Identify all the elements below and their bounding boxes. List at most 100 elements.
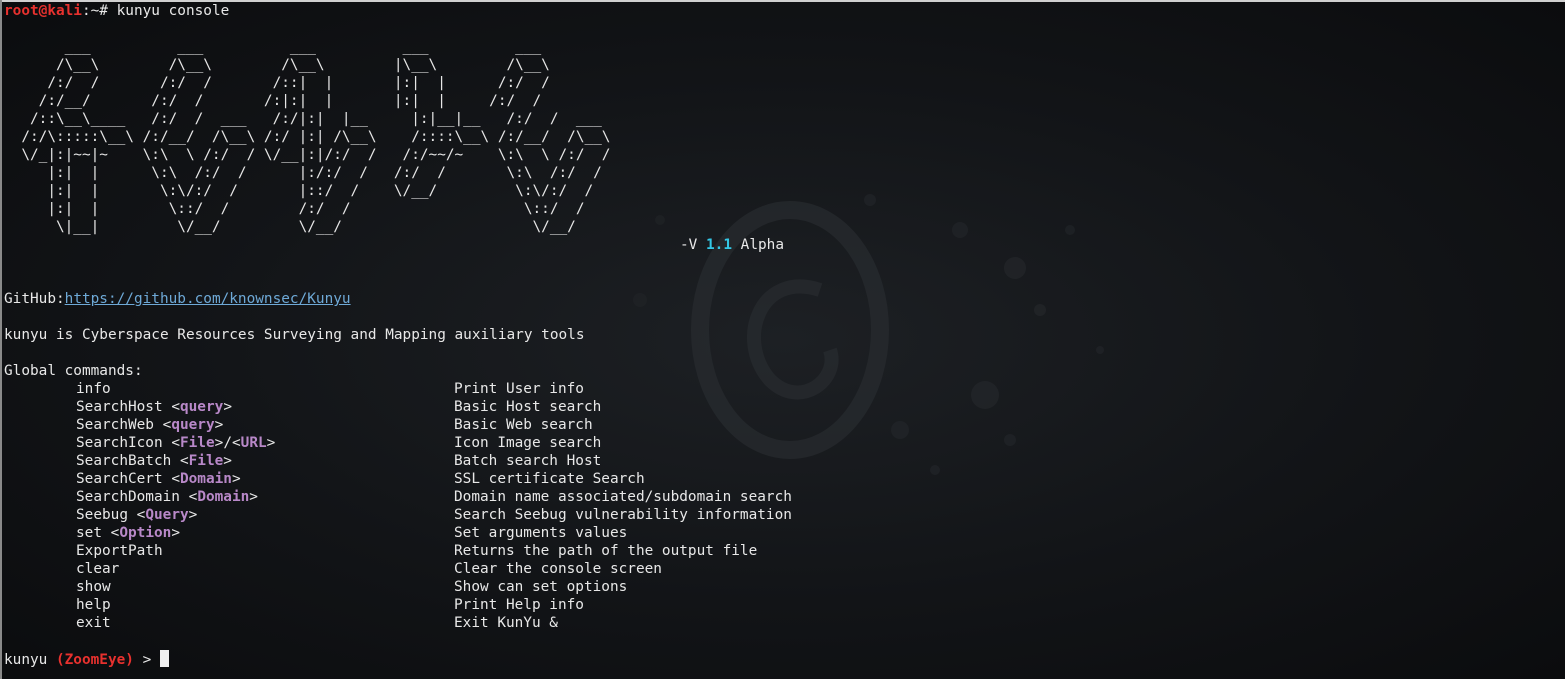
arg-close-bracket: > [171,525,180,541]
arg-open-bracket: < [171,471,180,487]
command-row: ExportPath Returns the path of the output… [4,542,1565,560]
arg-close-bracket: > [188,507,198,523]
console-prompt[interactable]: kunyu (ZoomEye) > [4,650,169,668]
command-name: SearchBatch <File> [76,452,232,470]
arg-close-bracket: > [249,489,258,505]
command-name: Seebug <Query> [76,506,197,524]
command-keyword: ExportPath [76,543,163,559]
text-cursor[interactable] [159,650,169,667]
arg-open-bracket: < [162,417,172,433]
command-description: Show can set options [454,579,628,595]
terminal-window[interactable]: root@kali:~# kunyu console ___ ___ ___ _… [0,0,1565,679]
arg-close-bracket: > [223,453,232,469]
command-row: SearchBatch <File> Batch search Host [4,452,1565,470]
command-name: SearchWeb <query> [76,416,223,434]
shell-user-host: root@kali [4,3,82,19]
version-suffix: Alpha [732,237,784,253]
command-description: Basic Web search [454,417,593,433]
command-argument: File [188,453,224,469]
commands-header: Global commands: [4,363,143,379]
command-row: set <Option> Set arguments values [4,524,1565,542]
github-label: GitHub: [4,291,65,307]
command-argument: Domain [197,489,250,505]
command-keyword: SearchHost [76,399,172,415]
arg-open-bracket: < [179,453,189,469]
command-keyword: SearchDomain [76,489,189,505]
command-description: Search Seebug vulnerability information [454,507,792,523]
command-name: ExportPath [76,542,163,560]
ascii-logo-text: ___ ___ ___ ___ ___ /\__\ /\__\ /\__\ |\… [21,39,611,235]
command-row: SearchHost <query> Basic Host search [4,398,1565,416]
command-row: show Show can set options [4,578,1565,596]
command-argument: query [179,399,224,415]
command-keyword: clear [76,561,120,577]
command-description: Icon Image search [454,435,602,451]
command-row: SearchIcon <File>/<URL> Icon Image search [4,434,1565,452]
command-keyword: SearchBatch [76,453,180,469]
arg-close-bracket: > [266,435,276,451]
github-link[interactable]: https://github.com/knownsec/Kunyu [65,291,351,307]
command-keyword: SearchCert [76,471,172,487]
command-row: Seebug <Query> Search Seebug vulnerabilit… [4,506,1565,524]
arg-separator: / [223,435,232,451]
terminal-output: root@kali:~# kunyu console ___ ___ ___ _… [4,2,1565,632]
command-description: Batch search Host [454,453,602,469]
command-name: clear [76,560,119,578]
arg-open-bracket: < [188,489,198,505]
command-name: SearchCert <Domain> [76,470,241,488]
command-row: SearchDomain <Domain> Domain name associa… [4,488,1565,506]
shell-command: kunyu console [116,3,230,19]
command-row: exit Exit KunYu & [4,614,1565,632]
shell-path: :~# [81,3,117,19]
command-keyword: set [76,525,111,541]
command-description: Print User info [454,381,584,397]
command-row: SearchWeb <query> Basic Web search [4,416,1565,434]
commands-list: info Print User info SearchHost <query> Bas… [4,380,1565,632]
command-keyword: show [76,579,111,595]
command-argument: Query [145,507,189,523]
kunyu-ascii-logo: ___ ___ ___ ___ ___ /\__\ /\__\ /\__\ |\… [4,38,1565,254]
command-keyword: info [76,381,111,397]
command-description: Basic Host search [454,399,602,415]
arg-close-bracket: > [214,435,224,451]
command-name: info [76,380,111,398]
arg-open-bracket: < [171,399,180,415]
command-keyword: help [76,597,111,613]
window-left-border [0,0,2,679]
command-keyword: SearchWeb [76,417,163,433]
command-keyword: SearchIcon [76,435,172,451]
command-name: SearchDomain <Domain> [76,488,258,506]
command-name: exit [76,614,111,632]
command-argument: query [171,417,215,433]
version-number: 1.1 [706,237,732,253]
version-prefix: -V [680,237,706,253]
command-description: Exit KunYu & [454,615,558,631]
command-name: SearchIcon <File>/<URL> [76,434,275,452]
arg-close-bracket: > [214,417,224,433]
command-name: show [76,578,111,596]
tagline: kunyu is Cyberspace Resources Surveying … [4,327,585,343]
version-label: -V 1.1 Alpha [680,236,784,254]
command-row: SearchCert <Domain> SSL certificate Searc… [4,470,1565,488]
command-keyword: Seebug [76,507,137,523]
command-name: help [76,596,111,614]
command-keyword: exit [76,615,111,631]
console-mode: (ZoomEye) [55,652,134,668]
command-description: Returns the path of the output file [454,543,758,559]
command-argument: Option [119,525,172,541]
command-name: SearchHost <query> [76,398,232,416]
command-row: info Print User info [4,380,1565,398]
arg-close-bracket: > [231,471,241,487]
command-argument: URL [240,435,267,451]
command-description: Domain name associated/subdomain search [454,489,792,505]
arg-open-bracket: < [231,435,241,451]
github-line: GitHub:https://github.com/knownsec/Kunyu [4,290,1565,308]
command-description: Print Help info [454,597,584,613]
command-argument: Domain [179,471,232,487]
console-app-name: kunyu [4,652,56,668]
command-description: Clear the console screen [454,561,662,577]
